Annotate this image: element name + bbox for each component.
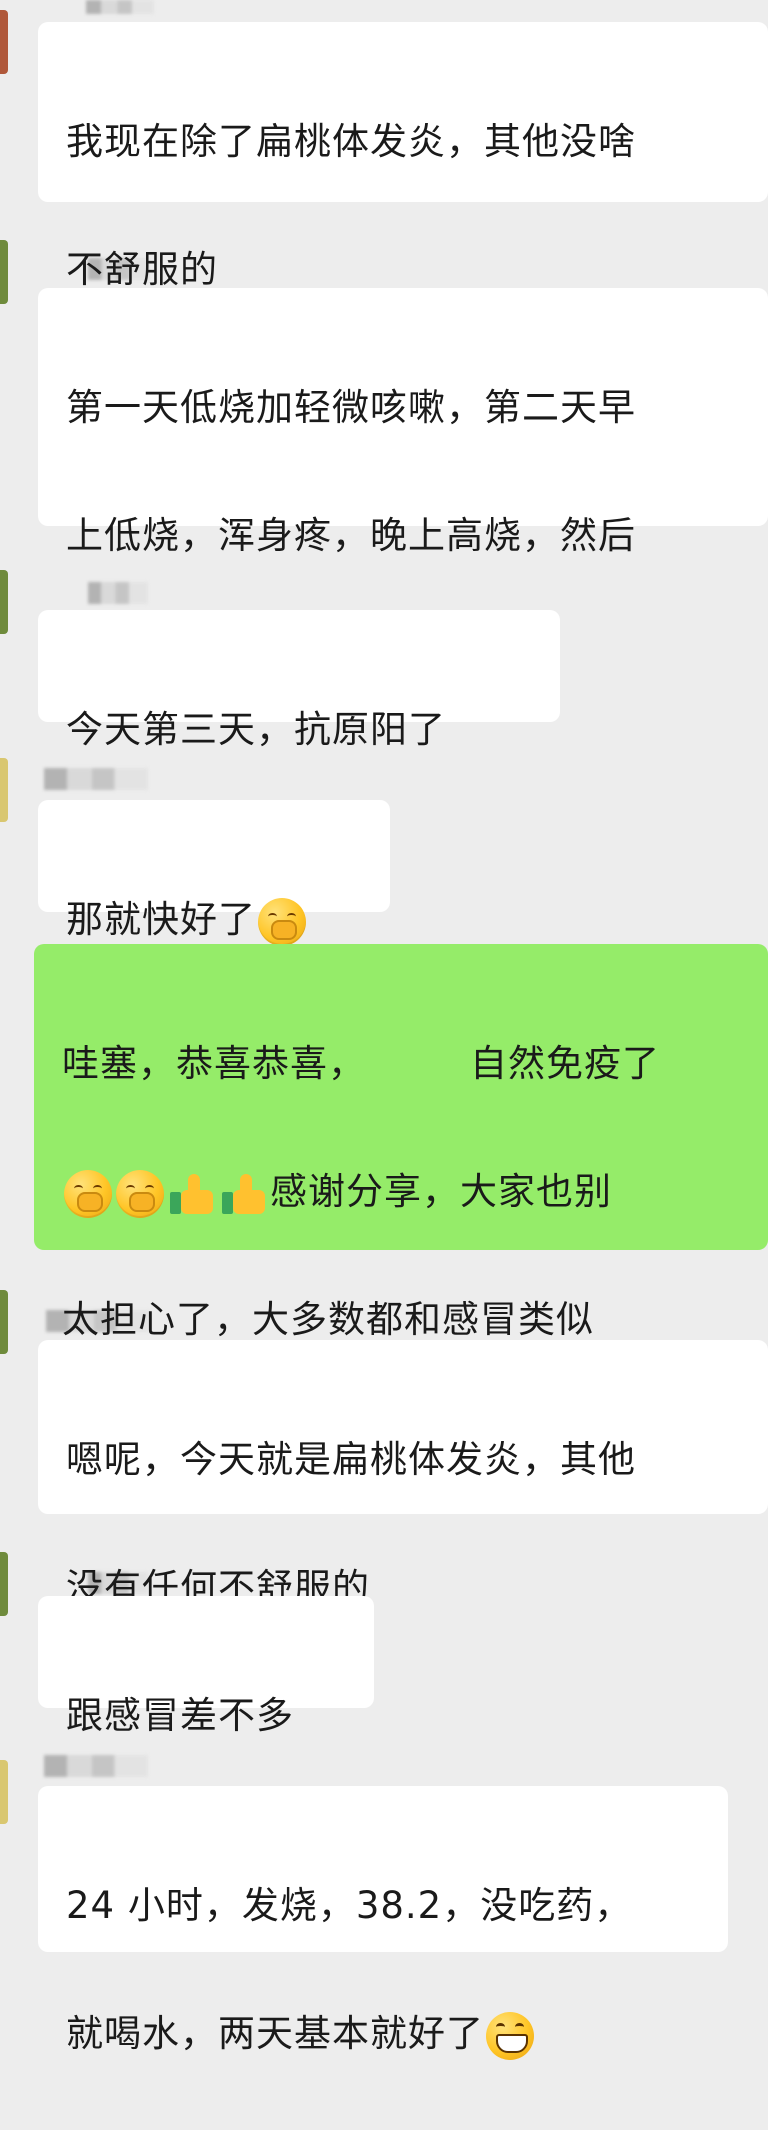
thumbs-up-emoji bbox=[220, 1170, 268, 1218]
avatar[interactable] bbox=[0, 1760, 8, 1824]
sender-name-redacted bbox=[86, 0, 154, 14]
message-bubble-outgoing[interactable]: 哇塞，恭喜恭喜， 自然免疫了 感谢分享，大家也别 太担心了，大多数都和感冒类似 bbox=[34, 944, 768, 1472]
message-text: 24 小时，发烧，38.2，没吃药， bbox=[66, 1884, 633, 1927]
message-bubble-incoming[interactable]: 24 小时，发烧，38.2，没吃药， 就喝水，两天基本就好了 bbox=[38, 1786, 728, 2060]
message-line: 哇塞，恭喜恭喜， 自然免疫了 bbox=[62, 1032, 740, 1096]
message-text: 今天第三天，抗原阳了 bbox=[66, 708, 446, 751]
message-text: 就喝水，两天基本就好了 bbox=[66, 2012, 484, 2055]
message-text: 上低烧，浑身疼，晚上高烧，然后 bbox=[66, 514, 636, 557]
avatar[interactable] bbox=[0, 240, 8, 304]
avatar[interactable] bbox=[0, 1552, 8, 1616]
facepalm-smile-emoji bbox=[116, 1169, 164, 1218]
message-text: 哇塞，恭喜恭喜， bbox=[62, 1042, 366, 1085]
message-line: 感谢分享，大家也别 bbox=[62, 1160, 740, 1224]
facepalm-smile-emoji bbox=[258, 897, 306, 946]
message-bubble-incoming[interactable]: 第一天低烧加轻微咳嗽，第二天早 上低烧，浑身疼，晚上高烧，然后 吃了一个布洛芬退… bbox=[38, 288, 768, 685]
message-text: 第一天低烧加轻微咳嗽，第二天早 bbox=[66, 386, 636, 429]
avatar[interactable] bbox=[0, 1290, 8, 1354]
message-bubble-incoming[interactable]: 我现在除了扁桃体发炎，其他没啥 不舒服的 bbox=[38, 22, 768, 291]
message-line: 就喝水，两天基本就好了 bbox=[66, 2002, 700, 2066]
thumbs-up-emoji bbox=[168, 1170, 216, 1218]
message-text: 感谢分享，大家也别 bbox=[270, 1170, 612, 1213]
message-line: 那就快好了 bbox=[66, 888, 362, 952]
message-text: 自然免疫了 bbox=[470, 1042, 660, 1085]
message-bubble-incoming[interactable]: 嗯呢，今天就是扁桃体发炎，其他 没有任何不舒服的 bbox=[38, 1340, 768, 1609]
message-text: 我现在除了扁桃体发炎，其他没啥 bbox=[66, 120, 636, 163]
message-bubble-incoming[interactable]: 跟感冒差不多 bbox=[38, 1596, 374, 1737]
message-text: 跟感冒差不多 bbox=[66, 1694, 294, 1737]
message-text: 那就快好了 bbox=[66, 898, 256, 941]
message-bubble-incoming[interactable]: 那就快好了 bbox=[38, 800, 390, 946]
grin-emoji bbox=[486, 2011, 534, 2060]
avatar[interactable] bbox=[0, 758, 8, 822]
message-text: 嗯呢，今天就是扁桃体发炎，其他 bbox=[66, 1438, 636, 1481]
message-bubble-incoming[interactable]: 今天第三天，抗原阳了 bbox=[38, 610, 560, 751]
facepalm-smile-emoji bbox=[64, 1169, 112, 1218]
avatar[interactable] bbox=[0, 570, 8, 634]
avatar[interactable] bbox=[0, 10, 8, 74]
redacted-text bbox=[366, 1042, 470, 1089]
